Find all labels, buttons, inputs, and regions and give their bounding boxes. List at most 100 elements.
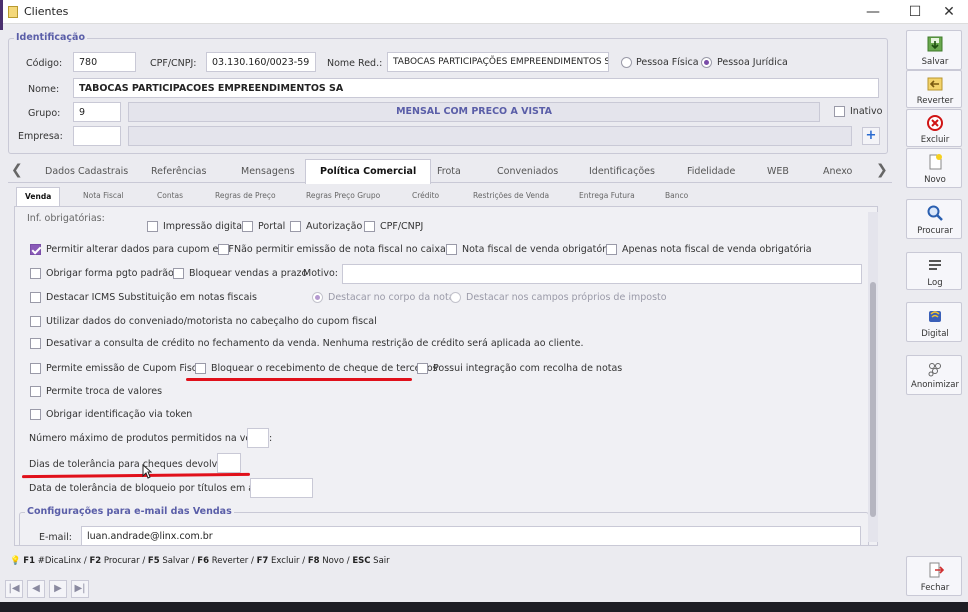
panel-scrollbar[interactable]: [868, 212, 878, 542]
tab-fidelidade[interactable]: Fidelidade: [687, 166, 735, 177]
first-record-button[interactable]: |◀: [5, 580, 23, 598]
desativar-consulta-checkbox[interactable]: [30, 338, 41, 349]
obrigar-identificacao-checkbox[interactable]: [30, 409, 41, 420]
subtab-regras-preco-grupo[interactable]: Regras Preço Grupo: [306, 191, 380, 200]
shortcut-f8-text: Novo /: [319, 556, 353, 566]
possui-integracao-label: Possui integração com recolha de notas: [433, 363, 623, 374]
minimize-button[interactable]: —: [856, 0, 890, 24]
subtab-banco[interactable]: Banco: [665, 191, 688, 200]
grupo-field[interactable]: 9: [73, 102, 121, 122]
destacar-icms-checkbox[interactable]: [30, 292, 41, 303]
permite-emissao-cupom-checkbox[interactable]: [30, 363, 41, 374]
cpf-field[interactable]: 03.130.160/0023-59: [206, 52, 316, 72]
tab-web[interactable]: WEB: [767, 166, 789, 177]
permitir-alterar-checkbox[interactable]: [30, 244, 41, 255]
subtab-credito[interactable]: Crédito: [412, 191, 439, 200]
inativo-checkbox[interactable]: [834, 106, 845, 117]
nome-red-field[interactable]: TABOCAS PARTICIPAÇÕES EMPREENDIMENTOS S/…: [387, 52, 609, 72]
portal-checkbox[interactable]: [242, 221, 253, 232]
subtab-restricoes-venda[interactable]: Restrições de Venda: [473, 191, 549, 200]
pessoa-fisica-radio[interactable]: [621, 57, 632, 68]
subtab-entrega-futura[interactable]: Entrega Futura: [579, 191, 635, 200]
scrollbar-thumb[interactable]: [870, 282, 876, 517]
tab-anexo[interactable]: Anexo: [823, 166, 852, 177]
nome-field[interactable]: TABOCAS PARTICIPACOES EMPREENDIMENTOS SA: [73, 78, 879, 98]
cpf-cnpj-checkbox[interactable]: [364, 221, 375, 232]
apenas-nota-fiscal-label: Apenas nota fiscal de venda obrigatória: [622, 244, 812, 255]
subtab-venda[interactable]: Venda: [16, 187, 61, 206]
shortcut-f8-key: F8: [307, 556, 320, 566]
sub-tab-bar: Venda Nota Fiscal Contas Regras de Preço…: [14, 186, 884, 206]
shortcut-f5-key: F5: [147, 556, 160, 566]
tab-identificacoes[interactable]: Identificações: [589, 166, 655, 177]
desativar-consulta-label: Desativar a consulta de crédito no fecha…: [46, 338, 584, 349]
permitir-alterar-label: Permitir alterar dados para cupom e NF: [46, 244, 234, 255]
maximize-button[interactable]: ☐: [898, 0, 932, 24]
procurar-button[interactable]: Procurar: [906, 199, 962, 239]
tab-politica-comercial[interactable]: Política Comercial: [305, 159, 432, 184]
tab-referencias[interactable]: Referências: [151, 166, 206, 177]
nao-permitir-emissao-checkbox[interactable]: [218, 244, 229, 255]
excluir-label: Excluir: [920, 135, 950, 145]
motivo-field[interactable]: [342, 264, 862, 284]
main-tab-bar: ❮ Dados Cadastrais Referências Mensagens…: [8, 159, 892, 184]
apenas-nota-fiscal-checkbox[interactable]: [606, 244, 617, 255]
empresa-code-field[interactable]: [73, 126, 121, 146]
tab-mensagens[interactable]: Mensagens: [241, 166, 295, 177]
possui-integracao-checkbox[interactable]: [417, 363, 428, 374]
fechar-button[interactable]: Fechar: [906, 556, 962, 596]
cpf-label: CPF/CNPJ:: [150, 58, 197, 69]
identificacao-title: Identificação: [14, 32, 87, 43]
close-button[interactable]: ✕: [932, 0, 966, 24]
subtab-contas[interactable]: Contas: [157, 191, 183, 200]
pessoa-juridica-radio[interactable]: [701, 57, 712, 68]
utilizar-dados-checkbox[interactable]: [30, 316, 41, 327]
anonimizar-button[interactable]: Anonimizar: [906, 355, 962, 395]
email-field[interactable]: luan.andrade@linx.com.br: [81, 526, 861, 545]
data-tolerancia-field[interactable]: [250, 478, 313, 498]
portal-label: Portal: [258, 221, 286, 232]
config-email-title: Configurações para e-mail das Vendas: [25, 506, 234, 517]
dias-tolerancia-field[interactable]: [217, 453, 241, 473]
tab-dados-cadastrais[interactable]: Dados Cadastrais: [45, 166, 128, 177]
numero-maximo-label: Número máximo de produtos permitidos na …: [29, 433, 273, 444]
tab-conveniados[interactable]: Conveniados: [497, 166, 558, 177]
obrigar-forma-pgto-checkbox[interactable]: [30, 268, 41, 279]
subtab-regras-preco[interactable]: Regras de Preço: [215, 191, 276, 200]
add-empresa-button[interactable]: +: [862, 127, 880, 145]
permite-troca-checkbox[interactable]: [30, 386, 41, 397]
next-record-button[interactable]: ▶: [49, 580, 67, 598]
tab-scroll-right-icon[interactable]: ❯: [876, 162, 888, 178]
nota-fiscal-obrigatoria-checkbox[interactable]: [446, 244, 457, 255]
autorizacao-checkbox[interactable]: [290, 221, 301, 232]
excluir-button[interactable]: Excluir: [906, 109, 962, 147]
nao-permitir-emissao-label: Não permitir emissão de nota fiscal no c…: [234, 244, 446, 255]
tab-frota[interactable]: Frota: [437, 166, 461, 177]
log-label: Log: [927, 278, 943, 288]
tab-scroll-left-icon[interactable]: ❮: [11, 162, 23, 178]
last-record-button[interactable]: ▶|: [71, 580, 89, 598]
log-button[interactable]: Log: [906, 252, 962, 290]
impressao-digital-checkbox[interactable]: [147, 221, 158, 232]
codigo-field[interactable]: 780: [73, 52, 136, 72]
subtab-nota-fiscal[interactable]: Nota Fiscal: [83, 191, 124, 200]
nome-red-label: Nome Red.:: [327, 58, 383, 69]
prev-record-button[interactable]: ◀: [27, 580, 45, 598]
bloquear-vendas-prazo-checkbox[interactable]: [173, 268, 184, 279]
clientes-window: Clientes — ☐ ✕ Identificação Código: 780…: [0, 0, 968, 612]
nota-fiscal-obrigatoria-label: Nota fiscal de venda obrigatória: [462, 244, 615, 255]
destacar-campos-radio[interactable]: [450, 292, 461, 303]
bloquear-cheque-checkbox[interactable]: [195, 363, 206, 374]
destacar-corpo-label: Destacar no corpo da nota: [328, 292, 455, 303]
inf-obrigatorias-label: Inf. obrigatórias:: [27, 213, 105, 224]
grupo-label: Grupo:: [28, 108, 61, 119]
destacar-corpo-radio[interactable]: [312, 292, 323, 303]
record-navigator: |◀ ◀ ▶ ▶|: [0, 576, 900, 602]
reverter-button[interactable]: Reverter: [906, 70, 962, 108]
venda-panel: Inf. obrigatórias: Impressão digital Por…: [14, 206, 878, 546]
salvar-button[interactable]: Salvar: [906, 30, 962, 70]
digital-button[interactable]: Digital: [906, 302, 962, 342]
numero-maximo-field[interactable]: [247, 428, 269, 448]
bloquear-cheque-label: Bloquear o recebimento de cheque de terc…: [211, 363, 438, 374]
novo-button[interactable]: Novo: [906, 148, 962, 188]
